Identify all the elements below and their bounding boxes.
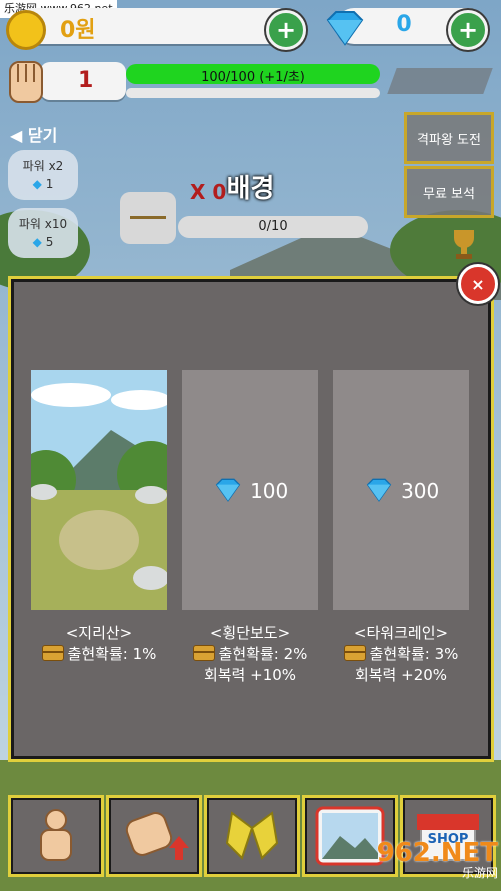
card-caption-towercrane: <타워크레인> 출현확률: 3% 회복력 +20% — [321, 623, 481, 686]
skill-icon — [225, 811, 279, 860]
background-card-jirisan[interactable] — [31, 370, 167, 610]
mid-progress: 0/10 — [178, 216, 368, 238]
nav-hand-upgrade-button[interactable] — [106, 795, 202, 877]
card-name: <횡단보도> — [209, 624, 291, 642]
diamond-icon — [363, 478, 395, 507]
card-bonus: 회복력 +10% — [203, 666, 297, 684]
card-name: <지리산> — [65, 624, 133, 642]
close-icon: × — [471, 274, 485, 294]
hand-upgrade-icon — [125, 812, 189, 860]
king-challenge-label: 격파왕 도전 — [417, 132, 481, 148]
coin-icon — [6, 10, 46, 50]
character-icon — [40, 809, 72, 861]
crosswalk-price: 100 — [250, 479, 289, 503]
add-gold-button[interactable]: + — [266, 10, 306, 50]
chest-icon — [343, 645, 366, 661]
card-rate: 출현확률: 2% — [218, 645, 308, 663]
power-x10-button[interactable]: 파워 x10 ◆ 5 — [8, 208, 78, 258]
disabled-slot — [387, 68, 493, 94]
mid-progress-text: 0/10 — [258, 219, 288, 234]
level-value: 1 — [78, 68, 94, 93]
background-select-panel: 100 300 <지리산> 출현확률: 1% <횡단보도> 출현확률: 2% 회… — [8, 276, 494, 762]
back-arrow-icon: ◀ — [10, 126, 23, 145]
card-caption-jirisan: <지리산> 출현확률: 1% — [19, 623, 179, 665]
nav-character-button[interactable] — [8, 795, 104, 877]
gem-icon: ◆ — [32, 235, 42, 249]
hp-text: 100/100 (+1/초) — [201, 70, 305, 85]
gem-icon — [322, 10, 368, 50]
card-rate: 출현확률: 3% — [369, 645, 459, 663]
background-card-towercrane[interactable]: 300 — [333, 370, 469, 610]
watermark-logo: 962.NET 乐游网 — [362, 838, 498, 881]
stick-icon — [130, 216, 166, 219]
sub-bar — [126, 88, 380, 98]
nav-skill-button[interactable] — [204, 795, 300, 877]
gold-bar — [14, 8, 296, 44]
card-rate: 출현확률: 1% — [67, 645, 157, 663]
close-label: 닫기 — [27, 126, 58, 145]
jirisan-image — [31, 370, 167, 610]
add-gem-button[interactable]: + — [448, 10, 488, 50]
card-bonus: 회복력 +20% — [354, 666, 448, 684]
king-challenge-button[interactable]: 격파왕 도전 — [404, 112, 494, 164]
card-caption-crosswalk: <횡단보도> 출현확률: 2% 회복력 +10% — [170, 623, 330, 686]
close-dialog-button[interactable]: × — [458, 264, 498, 304]
close-back-button[interactable]: ◀ 닫기 — [10, 122, 57, 146]
background-card-crosswalk[interactable]: 100 — [182, 370, 318, 610]
chest-icon — [41, 645, 64, 661]
fist-icon — [6, 58, 46, 106]
card-name: <타워크레인> — [353, 624, 449, 642]
towercrane-price: 300 — [401, 479, 440, 503]
diamond-icon — [212, 478, 244, 507]
power-x10-label: 파워 x10 — [18, 217, 68, 231]
chest-icon — [192, 645, 215, 661]
gem-amount: 0 — [396, 12, 412, 37]
trophy-icon[interactable] — [446, 226, 482, 262]
gold-amount: 0원 — [60, 18, 96, 43]
power-x10-cost: 5 — [45, 235, 54, 249]
dialog-title: 배경 — [226, 174, 275, 204]
